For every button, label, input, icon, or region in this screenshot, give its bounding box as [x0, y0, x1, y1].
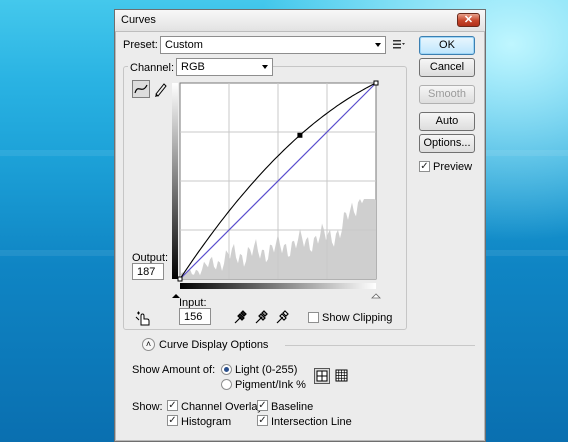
simple-grid-button[interactable]	[314, 368, 330, 384]
light-radio-label: Light (0-255)	[235, 364, 298, 376]
intersection-line-label: Intersection Line	[271, 416, 352, 428]
curves-graph[interactable]	[171, 80, 386, 302]
show-clipping-checkbox[interactable]	[308, 312, 319, 323]
gray-eyedropper-icon[interactable]	[254, 309, 268, 325]
options-button[interactable]: Options...	[419, 134, 475, 153]
cancel-button[interactable]: Cancel	[419, 58, 475, 77]
channel-value: RGB	[181, 61, 205, 73]
window-title: Curves	[121, 14, 156, 26]
channel-select[interactable]: RGB	[176, 58, 273, 76]
close-button[interactable]: ✕	[457, 13, 480, 27]
curve-tool-icon	[134, 84, 148, 94]
intersection-line-checkbox[interactable]: ✓	[257, 415, 268, 426]
curve-endpoint-black	[177, 276, 183, 282]
output-field[interactable]: 187	[132, 263, 164, 280]
detailed-grid-button[interactable]	[334, 368, 350, 384]
ok-button[interactable]: OK	[419, 36, 475, 55]
output-gradient-bar	[172, 83, 178, 279]
preview-label: Preview	[433, 161, 473, 173]
light-radio[interactable]	[221, 364, 232, 375]
plot-area[interactable]	[177, 80, 379, 282]
white-point-slider[interactable]	[371, 293, 381, 299]
input-gradient-bar	[180, 283, 376, 289]
show-label: Show:	[132, 401, 163, 413]
channel-overlays-checkbox[interactable]: ✓	[167, 400, 178, 411]
preset-menu-icon[interactable]	[393, 39, 405, 50]
collapse-toggle-icon[interactable]: ˄	[142, 338, 155, 351]
section-divider	[285, 345, 475, 346]
pencil-icon[interactable]	[153, 81, 167, 97]
chevron-down-icon	[262, 65, 268, 69]
curve-control-point[interactable]	[297, 132, 303, 138]
detailed-grid-icon	[335, 369, 348, 382]
show-amount-label: Show Amount of:	[132, 364, 216, 376]
preset-label: Preset:	[123, 39, 158, 51]
baseline-label: Baseline	[271, 401, 314, 413]
histogram-label: Histogram	[181, 416, 232, 428]
pigment-radio[interactable]	[221, 379, 232, 390]
baseline-checkbox[interactable]: ✓	[257, 400, 268, 411]
black-eyedropper-icon[interactable]	[233, 309, 247, 325]
smooth-button[interactable]: Smooth	[419, 85, 475, 104]
title-bar[interactable]: Curves ✕	[115, 10, 485, 32]
preset-select[interactable]: Custom	[160, 36, 386, 54]
preset-value: Custom	[165, 39, 203, 51]
chevron-down-icon	[375, 43, 381, 47]
white-eyedropper-icon[interactable]	[275, 309, 289, 325]
simple-grid-icon	[316, 370, 328, 382]
preview-checkbox[interactable]: ✓	[419, 161, 430, 172]
on-image-adjustment-icon[interactable]	[135, 310, 151, 326]
show-clipping-label: Show Clipping	[322, 312, 393, 324]
input-field[interactable]: 156	[179, 308, 211, 325]
histogram-checkbox[interactable]: ✓	[167, 415, 178, 426]
curve-display-options-label: Curve Display Options	[159, 339, 269, 351]
auto-button[interactable]: Auto	[419, 112, 475, 131]
curve-point-tool[interactable]	[132, 80, 150, 98]
pigment-radio-label: Pigment/Ink %	[235, 379, 306, 391]
curves-dialog: Curves ✕ Preset: Custom OK Cancel Smooth…	[114, 9, 486, 442]
channel-label: Channel:	[128, 62, 177, 74]
curve-endpoint-white	[373, 80, 379, 86]
channel-overlays-label: Channel Overlays	[181, 401, 269, 413]
